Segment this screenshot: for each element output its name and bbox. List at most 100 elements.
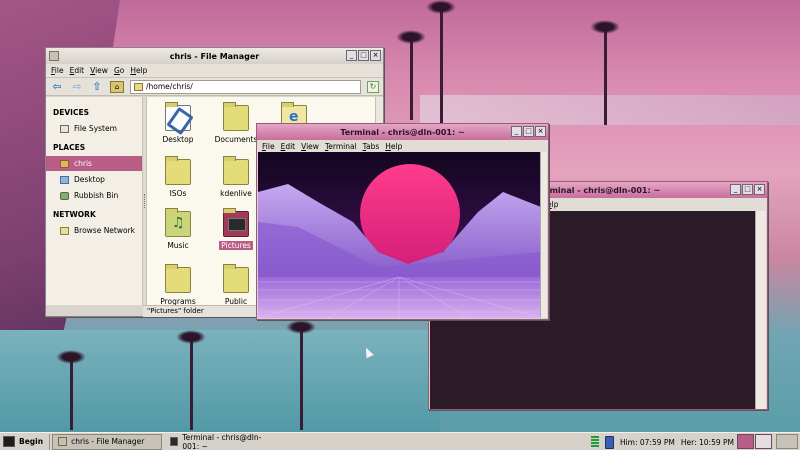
file-manager-icon	[58, 437, 68, 446]
file-item-programs[interactable]: Programs	[152, 264, 204, 305]
menu-view[interactable]: View	[90, 66, 108, 75]
menu-file[interactable]: File	[262, 142, 275, 151]
start-label: Begin	[19, 437, 44, 446]
maximize-button[interactable]: □	[523, 126, 534, 137]
folder-icon	[223, 102, 249, 131]
show-desktop-button[interactable]	[776, 434, 798, 449]
palm-tree	[286, 320, 316, 430]
file-item-pictures[interactable]: Pictures	[210, 208, 262, 250]
up-arrow-icon[interactable]: ⇧	[90, 80, 104, 94]
sidebar-item-label: Rubbish Bin	[74, 191, 119, 200]
file-label: Desktop	[162, 135, 194, 144]
sidebar-item-desktop[interactable]: Desktop	[46, 172, 142, 187]
sidebar-item-chris[interactable]: chris	[46, 156, 142, 171]
menu-go[interactable]: Go	[114, 66, 124, 75]
minimize-button[interactable]: _	[730, 184, 741, 195]
terminal-synthwave-image	[258, 152, 541, 318]
file-item-documents[interactable]: Documents	[210, 102, 262, 144]
file-manager-titlebar[interactable]: chris - File Manager _ □ ×	[46, 48, 383, 64]
sidebar-item-label: Browse Network	[74, 226, 136, 235]
menu-terminal[interactable]: Terminal	[325, 142, 357, 151]
palm-tree	[176, 330, 206, 430]
maximize-button[interactable]: □	[742, 184, 753, 195]
menu-file[interactable]: File	[51, 66, 64, 75]
sidebar-heading-devices: DEVICES	[53, 108, 89, 117]
sidebar-item-rubbish-bin[interactable]: Rubbish Bin	[46, 188, 142, 203]
folder-icon	[134, 82, 143, 91]
file-label: Pictures	[219, 241, 253, 250]
location-bar[interactable]: /home/chris/	[130, 79, 361, 94]
terminal-icon	[170, 437, 179, 446]
back-arrow-icon[interactable]: ⇦	[50, 80, 64, 94]
clock-her[interactable]: Her: 10:59 PM	[681, 438, 734, 447]
terminal-window-front[interactable]: Terminal - chris@dln-001: ~ _ □ × File E…	[256, 123, 549, 320]
system-tray: Him: 07:59 PM Her: 10:59 PM	[590, 434, 734, 450]
folder-icon	[165, 156, 191, 185]
palm-tree	[590, 20, 620, 125]
file-label: ISOs	[169, 189, 187, 198]
menu-tabs[interactable]: Tabs	[363, 142, 380, 151]
palm-tree	[426, 0, 456, 130]
minimize-button[interactable]: _	[346, 50, 357, 61]
music-folder-icon	[165, 208, 191, 237]
close-button[interactable]: ×	[754, 184, 765, 195]
menu-edit[interactable]: Edit	[281, 142, 296, 151]
sidebar-item-label: chris	[74, 159, 92, 168]
file-item-isos[interactable]: ISOs	[152, 156, 204, 198]
sidebar-item-file-system[interactable]: File System	[46, 121, 142, 136]
file-item-kdenlive[interactable]: kdenlive	[210, 156, 262, 198]
desktop-folder-icon	[165, 102, 191, 131]
start-button[interactable]: Begin	[0, 433, 51, 450]
file-item-public[interactable]: Public	[210, 264, 262, 305]
monitor-icon	[3, 436, 15, 447]
file-item-music[interactable]: Music	[152, 208, 204, 250]
minimize-button[interactable]: _	[511, 126, 522, 137]
task-terminal[interactable]: Terminal - chris@dln-001: ~	[164, 432, 282, 450]
window-title: Terminal - chris@dln-001: ~	[535, 185, 661, 195]
menu-help[interactable]: Help	[130, 66, 147, 75]
task-file-manager[interactable]: chris - File Manager	[52, 433, 163, 450]
desktop-icon	[60, 175, 69, 184]
file-label: kdenlive	[220, 189, 252, 198]
file-label: Documents	[214, 135, 258, 144]
sidebar-heading-network: NETWORK	[53, 210, 96, 219]
file-manager-toolbar: ⇦ ⇨ ⇧ ⌂ /home/chris/ ↻	[46, 78, 383, 96]
workspace-switcher	[737, 434, 772, 449]
close-button[interactable]: ×	[535, 126, 546, 137]
sidebar-item-label: File System	[74, 124, 117, 133]
maximize-button[interactable]: □	[358, 50, 369, 61]
forward-arrow-icon[interactable]: ⇨	[70, 80, 84, 94]
battery-icon[interactable]	[604, 435, 614, 449]
menu-view[interactable]: View	[301, 142, 319, 151]
menu-help[interactable]: Help	[385, 142, 402, 151]
file-manager-menubar: File Edit View Go Help	[46, 64, 383, 78]
network-status-icon[interactable]	[590, 436, 599, 448]
taskbar: Begin chris - File Manager Terminal - ch…	[0, 432, 800, 450]
folder-icon	[223, 156, 249, 185]
close-button[interactable]: ×	[370, 50, 381, 61]
reload-icon[interactable]: ↻	[367, 80, 379, 93]
sidebar-item-label: Desktop	[74, 175, 105, 184]
terminal-front-titlebar[interactable]: Terminal - chris@dln-001: ~ _ □ ×	[257, 124, 548, 140]
task-label: chris - File Manager	[71, 437, 145, 446]
pictures-folder-icon	[223, 208, 249, 237]
file-label: Public	[224, 297, 248, 305]
workspace-2[interactable]	[755, 434, 772, 449]
file-manager-icon[interactable]	[49, 51, 59, 61]
terminal-front-scrollbar[interactable]	[540, 152, 547, 318]
task-label: Terminal - chris@dln-001: ~	[182, 432, 262, 450]
file-item-desktop[interactable]: Desktop	[152, 102, 204, 144]
palm-tree	[396, 30, 426, 120]
folder-icon	[223, 264, 249, 293]
workspace-1[interactable]	[737, 434, 754, 449]
palm-tree	[56, 350, 86, 430]
sidebar-item-browse-network[interactable]: Browse Network	[46, 223, 142, 238]
menu-edit[interactable]: Edit	[70, 66, 85, 75]
trash-icon	[60, 191, 69, 200]
file-label: Programs	[160, 297, 196, 305]
clock-him[interactable]: Him: 07:59 PM	[620, 438, 675, 447]
network-icon	[60, 226, 69, 235]
home-icon[interactable]: ⌂	[110, 80, 124, 93]
terminal-back-scrollbar[interactable]	[755, 211, 766, 409]
sidebar-heading-places: PLACES	[53, 143, 86, 152]
